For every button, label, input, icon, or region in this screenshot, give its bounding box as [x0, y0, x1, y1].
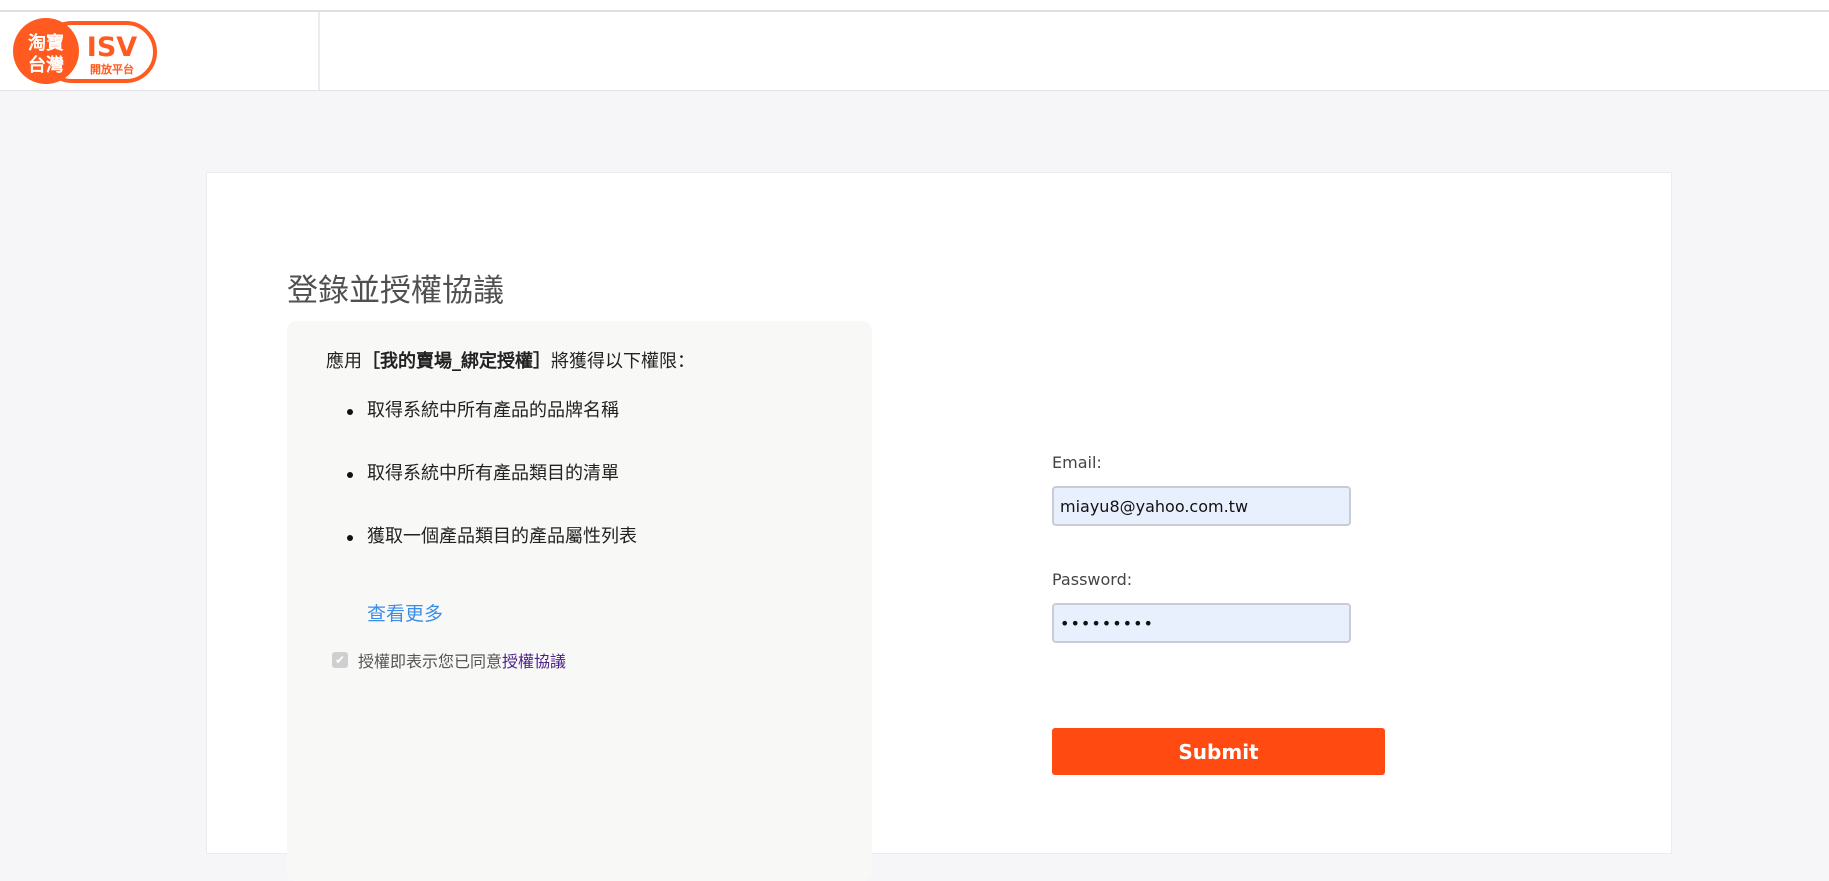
submit-button[interactable]: Submit	[1052, 728, 1385, 775]
agreement-row: ✔ 授權即表示您已同意 授權協議	[332, 648, 566, 672]
email-label: Email:	[1052, 453, 1102, 472]
list-item: 取得系統中所有產品的品牌名稱	[347, 399, 637, 462]
app-name: ［我的賣場_綁定授權］	[362, 351, 551, 372]
permissions-panel: 應用［我的賣場_綁定授權］將獲得以下權限： 取得系統中所有產品的品牌名稱 取得系…	[287, 321, 872, 881]
intro-prefix: 應用	[326, 351, 362, 372]
top-border	[0, 0, 1829, 12]
password-input[interactable]	[1052, 603, 1351, 643]
permissions-list: 取得系統中所有產品的品牌名稱 取得系統中所有產品類目的清單 獲取一個產品類目的產…	[347, 399, 637, 588]
taobao-isv-logo[interactable]: 淘寶 台灣 ISV 開放平台	[13, 18, 158, 84]
agree-text: 授權即表示您已同意	[358, 652, 503, 671]
view-more-link[interactable]: 查看更多	[367, 599, 443, 626]
logo-area: 淘寶 台灣 ISV 開放平台	[0, 12, 320, 90]
logo-text-line2: 台灣	[28, 54, 64, 76]
intro-suffix: 將獲得以下權限：	[551, 351, 695, 372]
email-input[interactable]	[1052, 486, 1351, 526]
list-item: 取得系統中所有產品類目的清單	[347, 462, 637, 525]
logo-text-line1: 淘寶	[28, 32, 64, 54]
password-label: Password:	[1052, 570, 1133, 589]
auth-card: 登錄並授權協議 應用［我的賣場_綁定授權］將獲得以下權限： 取得系統中所有產品的…	[206, 172, 1672, 881]
permissions-intro: 應用［我的賣場_綁定授權］將獲得以下權限：	[326, 347, 695, 373]
list-item: 獲取一個產品類目的產品屬性列表	[347, 525, 637, 588]
logo-subtitle: 開放平台	[90, 62, 134, 76]
logo-brand: ISV	[87, 32, 137, 63]
agreement-link[interactable]: 授權協議	[502, 648, 566, 672]
site-header: 淘寶 台灣 ISV 開放平台	[0, 12, 1829, 91]
check-icon: ✔	[334, 653, 346, 667]
page-title: 登錄並授權協議	[287, 273, 504, 309]
agree-checkbox[interactable]: ✔	[332, 652, 348, 668]
